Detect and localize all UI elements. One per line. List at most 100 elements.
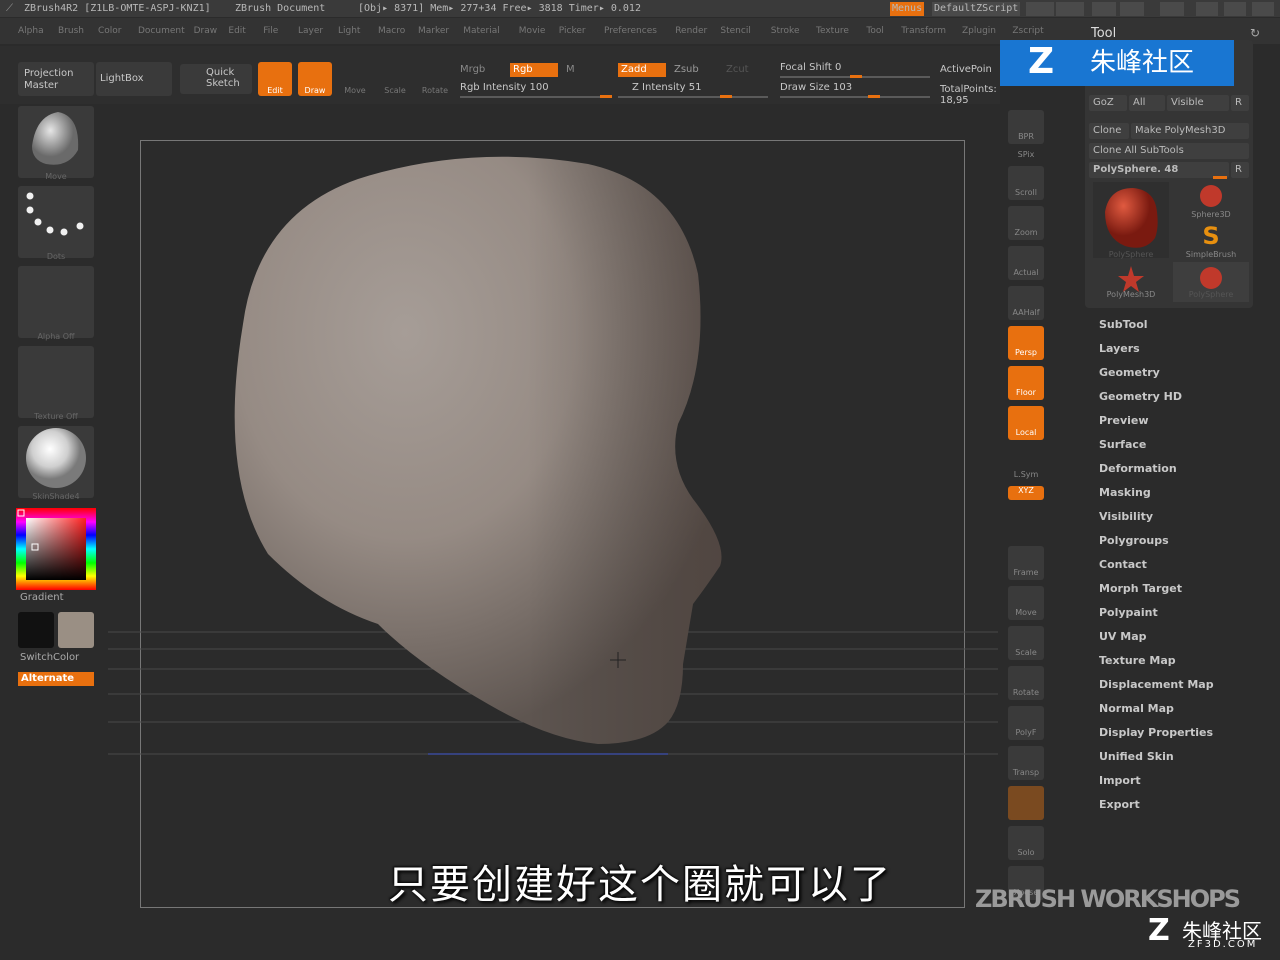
script-button[interactable]: DefaultZScript [932, 2, 1021, 16]
shelf-button-rotate[interactable]: Rotate [1008, 666, 1044, 700]
material-thumbnail[interactable] [18, 426, 94, 498]
projection-master-button[interactable]: Projection Master [18, 62, 94, 96]
z-intensity-handle[interactable] [720, 95, 732, 98]
z-intensity-slider[interactable]: Z Intensity 51 [632, 82, 701, 93]
clone-all-subtools-button[interactable]: Clone All SubTools [1089, 143, 1249, 159]
shelf-button-frame[interactable]: Frame [1008, 546, 1044, 580]
scale-button[interactable]: Scale [378, 62, 412, 96]
subpalette-texture-map[interactable]: Texture Map [1099, 654, 1176, 667]
tool-palette-title[interactable]: Tool [1091, 26, 1116, 41]
menu-brush[interactable]: Brush [58, 18, 84, 44]
menu-stroke[interactable]: Stroke [771, 18, 800, 44]
shelf-button-zoom[interactable]: Zoom [1008, 206, 1044, 240]
zadd-button[interactable]: Zadd [618, 63, 666, 77]
brush-thumbnail[interactable] [18, 106, 94, 178]
rgb-intensity-slider[interactable]: Rgb Intensity 100 [460, 82, 549, 93]
r-button-2[interactable]: R [1231, 162, 1249, 178]
subpalette-displacement-map[interactable]: Displacement Map [1099, 678, 1214, 691]
lightbox-button[interactable]: LightBox [96, 62, 172, 96]
rgb-intensity-handle[interactable] [600, 95, 612, 98]
subpalette-subtool[interactable]: SubTool [1099, 318, 1148, 331]
subpalette-import[interactable]: Import [1099, 774, 1141, 787]
minimize-icon[interactable] [1196, 2, 1218, 16]
current-tool-slider[interactable]: PolySphere. 48 [1089, 162, 1229, 178]
menu-stencil[interactable]: Stencil [720, 18, 750, 44]
shelf-button-floor[interactable]: Floor [1008, 366, 1044, 400]
tool-thumb-polysphere[interactable] [1093, 182, 1169, 258]
switch-color-button[interactable]: SwitchColor [20, 652, 79, 663]
menu-draw[interactable]: Draw [194, 18, 218, 44]
zcut-button[interactable]: Zcut [726, 64, 749, 75]
shelf-button-scroll[interactable]: Scroll [1008, 166, 1044, 200]
focal-shift-handle[interactable] [850, 75, 862, 78]
menu-color[interactable]: Color [98, 18, 122, 44]
menu-layer[interactable]: Layer [298, 18, 323, 44]
r-button[interactable]: R [1231, 95, 1249, 111]
subpalette-geometry-hd[interactable]: Geometry HD [1099, 390, 1182, 403]
alternate-button[interactable]: Alternate [18, 672, 94, 686]
subpalette-preview[interactable]: Preview [1099, 414, 1149, 427]
head-model-canvas[interactable] [108, 104, 998, 940]
subpalette-polygroups[interactable]: Polygroups [1099, 534, 1169, 547]
menu-marker[interactable]: Marker [418, 18, 449, 44]
move-button[interactable]: Move [338, 62, 372, 96]
alpha-thumbnail[interactable] [18, 266, 94, 338]
shelf-button-aahalf[interactable]: AAHalf [1008, 286, 1044, 320]
subpalette-surface[interactable]: Surface [1099, 438, 1146, 451]
rotate-button[interactable]: Rotate [418, 62, 452, 96]
texture-thumbnail[interactable] [18, 346, 94, 418]
shelf-button-scale[interactable]: Scale [1008, 626, 1044, 660]
close-icon[interactable] [1252, 2, 1274, 16]
menu-document[interactable]: Document [138, 18, 185, 44]
subpalette-display-properties[interactable]: Display Properties [1099, 726, 1213, 739]
lock-icon[interactable] [1160, 2, 1184, 16]
edit-button[interactable]: Edit [258, 62, 292, 96]
shelf-button-polyf[interactable]: PolyF [1008, 706, 1044, 740]
subpalette-deformation[interactable]: Deformation [1099, 462, 1177, 475]
stroke-thumbnail[interactable] [18, 186, 94, 258]
menu-transform[interactable]: Transform [901, 18, 946, 44]
subpalette-visibility[interactable]: Visibility [1099, 510, 1153, 523]
menu-picker[interactable]: Picker [559, 18, 586, 44]
gradient-label[interactable]: Gradient [20, 592, 64, 603]
clone-button[interactable]: Clone [1089, 123, 1129, 139]
subpalette-masking[interactable]: Masking [1099, 486, 1151, 499]
shelf-button-move[interactable]: Move [1008, 586, 1044, 620]
secondary-color-swatch[interactable] [58, 612, 94, 648]
menu-macro[interactable]: Macro [378, 18, 405, 44]
arrows-right-icon[interactable] [1056, 2, 1084, 16]
maximize-icon[interactable] [1224, 2, 1246, 16]
draw-size-handle[interactable] [868, 95, 880, 98]
shelf-button-spix[interactable]: SPix [1008, 150, 1044, 164]
shelf-button-xyz[interactable]: XYZ [1008, 486, 1044, 500]
make-polymesh-button[interactable]: Make PolyMesh3D [1131, 123, 1249, 139]
subpalette-uv-map[interactable]: UV Map [1099, 630, 1147, 643]
subpalette-unified-skin[interactable]: Unified Skin [1099, 750, 1174, 763]
current-tool-handle[interactable] [1213, 176, 1227, 179]
menu-zplugin[interactable]: Zplugin [962, 18, 996, 44]
layout-icon[interactable] [1092, 2, 1116, 16]
draw-button[interactable]: Draw [298, 62, 332, 96]
shelf-button-actual[interactable]: Actual [1008, 246, 1044, 280]
goz-button[interactable]: GoZ [1089, 95, 1127, 111]
visible-button[interactable]: Visible [1167, 95, 1229, 111]
shelf-button-bpr[interactable]: BPR [1008, 110, 1044, 144]
m-button[interactable]: M [566, 64, 575, 75]
menu-material[interactable]: Material [463, 18, 500, 44]
shelf-button-local[interactable]: Local [1008, 406, 1044, 440]
subpalette-contact[interactable]: Contact [1099, 558, 1147, 571]
rgb-button[interactable]: Rgb [510, 63, 558, 77]
main-color-swatch[interactable] [18, 612, 54, 648]
subpalette-geometry[interactable]: Geometry [1099, 366, 1160, 379]
mrgb-button[interactable]: Mrgb [460, 64, 485, 75]
refresh-icon[interactable]: ↻ [1250, 26, 1260, 40]
shelf-button-l-sym[interactable]: L.Sym [1008, 448, 1044, 482]
menu-tool[interactable]: Tool [866, 18, 883, 44]
shelf-button-persp[interactable]: Persp [1008, 326, 1044, 360]
palette-icon[interactable] [1120, 2, 1144, 16]
color-picker[interactable] [16, 508, 96, 590]
shelf-button-solo[interactable]: Solo [1008, 826, 1044, 860]
menu-texture[interactable]: Texture [816, 18, 849, 44]
subpalette-morph-target[interactable]: Morph Target [1099, 582, 1182, 595]
shelf-button-transp[interactable]: Transp [1008, 746, 1044, 780]
